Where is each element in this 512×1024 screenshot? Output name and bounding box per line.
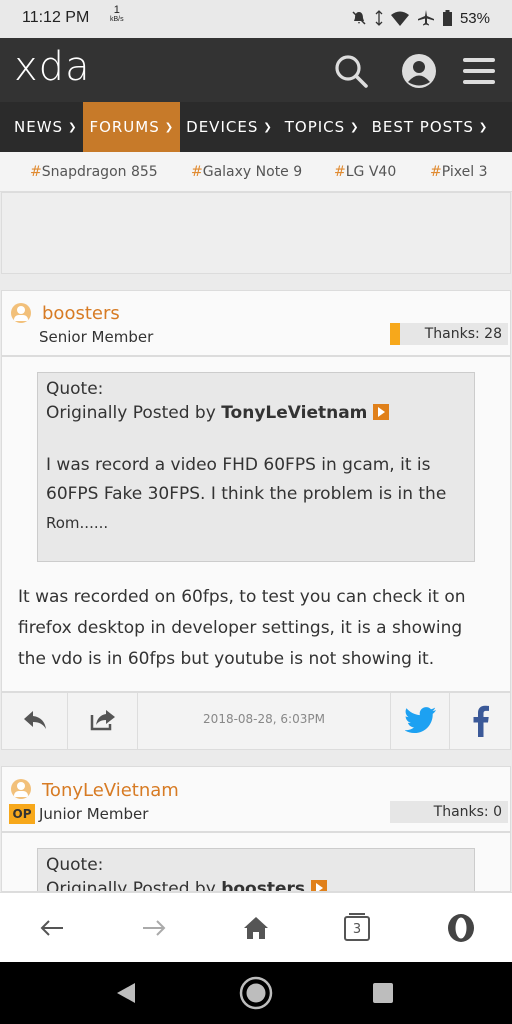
tag-label: Galaxy Note 9 xyxy=(202,164,303,180)
view-post-icon[interactable] xyxy=(373,404,390,420)
nav-devices-label: DEVICES xyxy=(186,118,259,136)
post-text-line: firefox desktop in developer settings, i… xyxy=(18,618,463,638)
tag-link[interactable]: #Pixel 3 xyxy=(430,164,487,180)
thanks-count: Thanks: 0 xyxy=(390,801,508,823)
battery-percent: 53% xyxy=(459,9,490,27)
quote-origin: Originally Posted by TonyLeVietnam xyxy=(46,403,390,423)
facebook-icon xyxy=(473,705,489,737)
quote-origin-prefix: Originally Posted by xyxy=(46,403,216,423)
quote-label: Quote: xyxy=(46,855,104,875)
nav-topics-label: TOPICS xyxy=(284,118,346,136)
tabs-button[interactable]: 3 xyxy=(344,913,370,941)
chevron-down-icon: ❯ xyxy=(478,121,489,133)
nav-best-posts-label: BEST POSTS xyxy=(371,118,474,136)
user-rank: Senior Member xyxy=(39,328,154,346)
nav-news-label: NEWS xyxy=(14,118,64,136)
tag-link[interactable]: #Galaxy Note 9 xyxy=(191,164,302,180)
post-timestamp: 2018-08-28, 6:03PM xyxy=(203,712,325,726)
thanks-count: Thanks: 28 xyxy=(400,323,508,345)
thanks-meter xyxy=(390,323,400,345)
vibrate-icon xyxy=(375,10,383,26)
system-nav-bar xyxy=(0,962,512,1024)
share-button[interactable] xyxy=(68,693,138,749)
post-text-line: It was recorded on 60fps, to test you ca… xyxy=(18,587,466,607)
previous-post-remnant xyxy=(1,192,511,274)
tag-label: Snapdragon 855 xyxy=(41,164,158,180)
post-username[interactable]: boosters xyxy=(42,303,120,324)
facebook-share-button[interactable] xyxy=(450,693,512,749)
network-speed-unit: kB/s xyxy=(110,16,124,23)
tweet-button[interactable] xyxy=(390,693,450,749)
quote-author[interactable]: boosters xyxy=(221,879,305,891)
quote-origin: Originally Posted by boosters xyxy=(46,879,328,892)
post-header: TonyLeVietnam OP Junior Member Thanks: 0 xyxy=(1,766,511,832)
quote-author[interactable]: TonyLeVietnam xyxy=(221,403,367,423)
reply-icon xyxy=(24,711,46,729)
main-nav: NEWS ❯ FORUMS ❯ DEVICES ❯ TOPICS ❯ BEST POST… xyxy=(0,102,512,152)
chevron-down-icon: ❯ xyxy=(263,121,273,133)
battery-icon xyxy=(442,10,452,26)
share-icon xyxy=(90,710,115,731)
search-icon[interactable] xyxy=(334,54,368,88)
home-icon[interactable] xyxy=(243,916,269,940)
account-icon[interactable] xyxy=(401,53,437,89)
quote-line: 60FPS Fake 30FPS. I think the problem is… xyxy=(46,484,447,504)
airplane-icon xyxy=(417,10,434,26)
opera-menu-icon[interactable] xyxy=(446,913,476,943)
system-recents-icon[interactable] xyxy=(373,983,393,1003)
tag-link[interactable]: #Snapdragon 855 xyxy=(30,164,158,180)
chevron-down-icon: ❯ xyxy=(350,121,360,133)
quote-origin-prefix: Originally Posted by xyxy=(46,879,216,892)
post-action-bar: 2018-08-28, 6:03PM xyxy=(1,692,511,750)
wifi-icon xyxy=(390,11,409,26)
quote-line: I was record a video FHD 60FPS in gcam, … xyxy=(46,455,431,475)
nav-topics[interactable]: TOPICS ❯ xyxy=(279,102,366,152)
reply-button[interactable] xyxy=(2,693,68,749)
menu-icon[interactable] xyxy=(463,57,495,85)
nav-forums-label: FORUMS xyxy=(89,118,160,136)
post-body: Quote: Originally Posted by boosters xyxy=(1,832,511,892)
system-back-icon[interactable] xyxy=(116,982,136,1004)
xda-logo[interactable]: xda xyxy=(14,44,91,90)
system-home-icon[interactable] xyxy=(238,975,274,1011)
browser-toolbar: 3 xyxy=(0,892,512,962)
twitter-icon xyxy=(405,707,436,733)
site-header: xda xyxy=(0,38,512,102)
post-header: boosters Senior Member Thanks: 28 xyxy=(1,290,511,356)
op-badge: OP xyxy=(9,804,35,824)
tag-link[interactable]: #LG V40 xyxy=(334,164,396,180)
quote-block: Quote: Originally Posted by boosters xyxy=(37,848,475,892)
user-avatar-icon xyxy=(11,303,31,323)
tag-label: LG V40 xyxy=(345,164,397,180)
mute-icon xyxy=(352,11,366,25)
trending-tags: #Snapdragon 855 #Galaxy Note 9 #LG V40 #… xyxy=(0,152,512,192)
quote-block: Quote: Originally Posted by TonyLeVietna… xyxy=(37,372,475,562)
chevron-down-icon: ❯ xyxy=(68,121,78,133)
user-rank: Junior Member xyxy=(39,805,149,823)
network-speed: 1 kB/s xyxy=(110,5,124,25)
nav-news[interactable]: NEWS ❯ xyxy=(0,102,83,152)
quote-line: Rom...... xyxy=(46,514,109,532)
nav-best-posts[interactable]: BEST POSTS ❯ xyxy=(366,102,495,152)
view-post-icon[interactable] xyxy=(311,880,328,891)
nav-devices[interactable]: DEVICES ❯ xyxy=(180,102,279,152)
post-username[interactable]: TonyLeVietnam xyxy=(42,780,179,801)
nav-forums[interactable]: FORUMS ❯ xyxy=(83,102,181,152)
quote-label: Quote: xyxy=(46,379,104,399)
status-bar: 11:12 PM 1 kB/s 53% xyxy=(0,0,512,38)
post-body: Quote: Originally Posted by TonyLeVietna… xyxy=(1,356,511,692)
status-time: 11:12 PM xyxy=(22,9,90,26)
back-arrow-icon[interactable] xyxy=(40,919,64,937)
tag-label: Pixel 3 xyxy=(441,164,488,180)
user-avatar-icon xyxy=(11,779,31,799)
tab-count: 3 xyxy=(352,922,362,937)
chevron-down-icon: ❯ xyxy=(164,121,175,133)
forward-arrow-icon[interactable] xyxy=(142,919,166,937)
post-text-line: the vdo is in 60fps but youtube is not s… xyxy=(18,649,435,669)
status-icons: 53% xyxy=(351,9,490,27)
